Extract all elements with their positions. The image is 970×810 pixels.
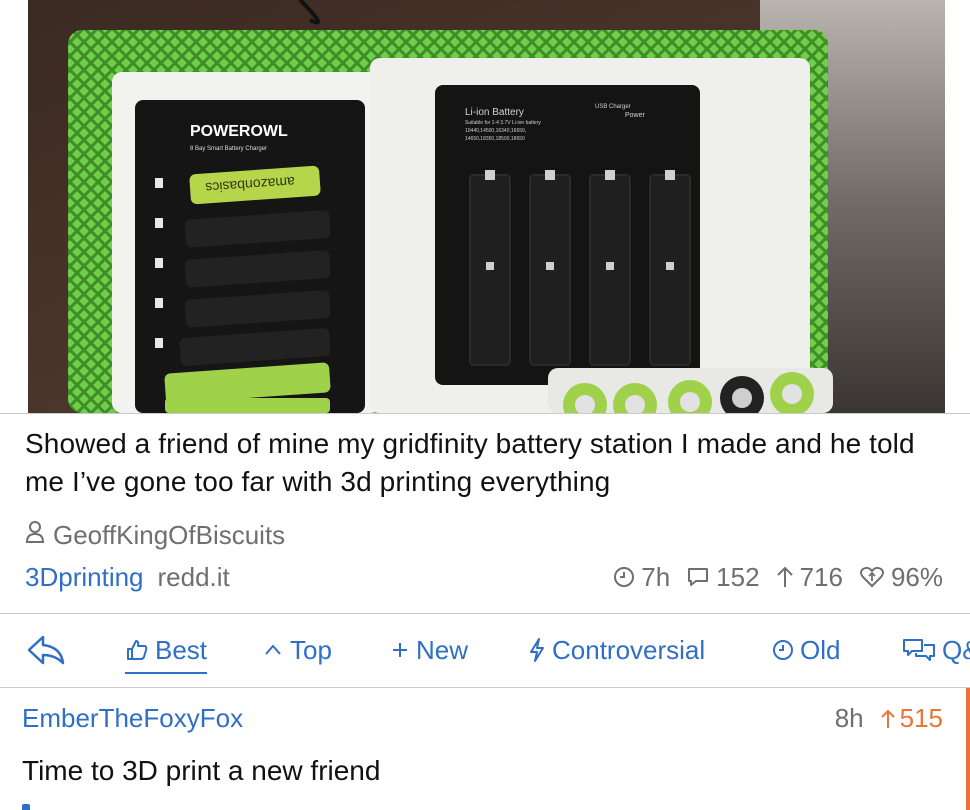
svg-text:Li-ion Battery: Li-ion Battery [465,107,524,118]
sort-qa-tab[interactable]: Q&A [902,632,970,668]
clock-icon [614,567,635,587]
comment-highlight-bar [966,688,970,810]
battery-station-photo: POWEROWL 8 Bay Smart Battery Charger ama… [0,0,970,413]
sort-top-tab[interactable]: Top [262,632,332,668]
back-share-button[interactable] [25,632,67,668]
comment-thread-indicator [22,804,30,810]
svg-text:10440,14500,16340,16650,: 10440,14500,16340,16650, [465,128,526,134]
post-source: 3Dprinting redd.it [25,560,230,594]
comment-age: 8h [834,703,864,733]
author-name: GeoffKingOfBiscuits [53,519,286,550]
svg-text:Suitable for 1-4 3.7V Li-ion b: Suitable for 1-4 3.7V Li-ion battery [465,120,541,126]
plus-icon [393,643,407,657]
post-author[interactable]: GeoffKingOfBiscuits [25,518,285,552]
svg-text:Power: Power [625,112,646,119]
comment-body: Time to 3D print a new friend [22,755,381,786]
user-icon [25,520,45,551]
thumbs-up-icon [127,640,148,660]
reply-arrow-icon [27,635,65,665]
comment-score[interactable]: 515 [880,703,943,734]
svg-text:8 Bay Smart Battery Charger: 8 Bay Smart Battery Charger [190,146,267,152]
svg-text:USB Charger: USB Charger [595,104,631,110]
sort-controversial-tab[interactable]: Controversial [528,632,705,668]
heart-upvote-icon [859,566,884,587]
svg-text:POWEROWL: POWEROWL [190,123,288,140]
image-divider [0,413,970,414]
comment-meta: 8h 515 [835,703,943,734]
sort-new-tab[interactable]: New [390,632,468,668]
comment-sort-bar: Best Top New Controversial Old Q&A [0,614,970,686]
sort-divider [0,687,970,688]
arrow-up-icon [880,709,895,728]
domain-link[interactable]: redd.it [158,562,230,593]
chevron-up-icon [265,644,281,655]
lightning-icon [530,638,544,662]
sort-best-tab[interactable]: Best [125,632,208,674]
subreddit-link[interactable]: 3Dprinting [25,562,144,593]
post-image[interactable]: POWEROWL 8 Bay Smart Battery Charger ama… [0,0,970,413]
upvote-count[interactable]: 716 [776,562,843,593]
comment-author[interactable]: EmberTheFoxyFox [22,703,243,734]
upvote-ratio: 96% [859,562,943,593]
sort-old-tab[interactable]: Old [772,632,840,668]
clock-icon [773,640,793,660]
post-age: 7h [613,562,670,593]
svg-text:14650,18350,18500,18650: 14650,18350,18500,18650 [465,136,525,142]
comment-icon [688,568,709,586]
arrow-up-icon [776,566,793,587]
post-stats: 7h 152 716 96% [613,560,943,594]
comment-count[interactable]: 152 [686,562,760,593]
post-title: Showed a friend of mine my gridfinity ba… [25,428,915,497]
chat-bubbles-icon [903,639,935,661]
